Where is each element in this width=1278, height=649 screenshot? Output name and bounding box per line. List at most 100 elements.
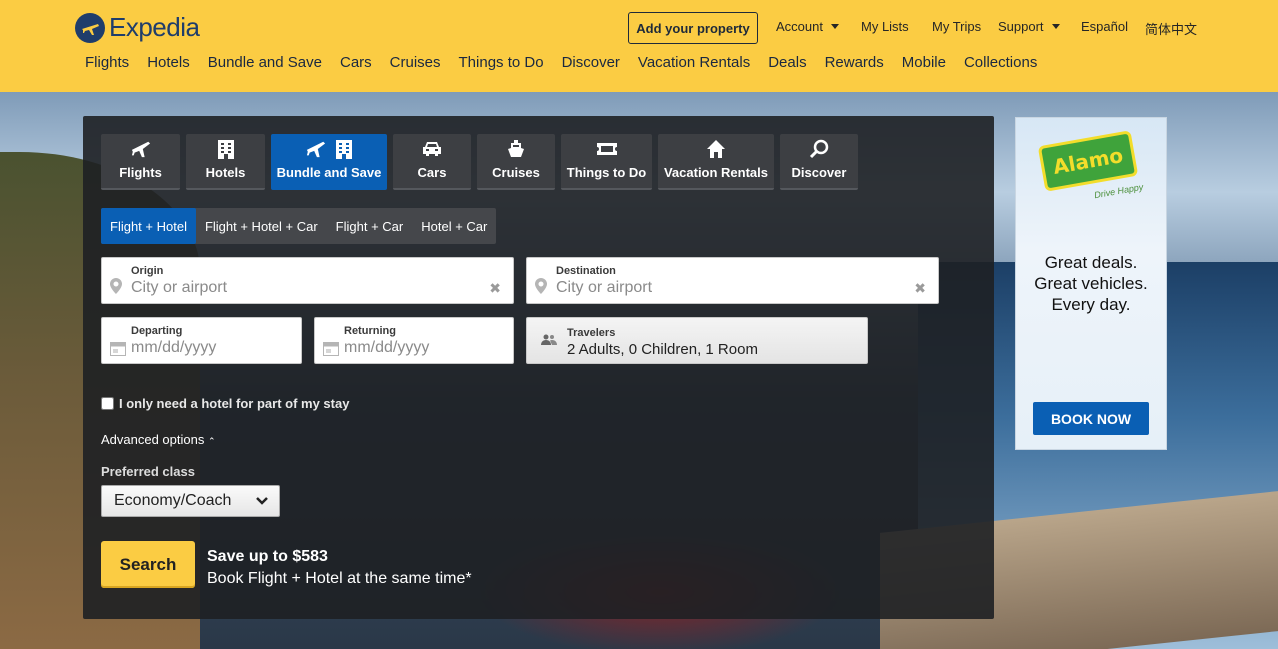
chevron-down-icon: [830, 24, 839, 29]
savings-subtext: Book Flight + Hotel at the same time*: [207, 570, 472, 587]
chevron-down-icon: [1051, 24, 1060, 29]
support-label: Support: [998, 19, 1044, 34]
travelers-selector[interactable]: Travelers 2 Adults, 0 Children, 1 Room: [526, 317, 868, 364]
tab-label: Cars: [417, 165, 447, 180]
partial-stay-checkbox[interactable]: [101, 397, 114, 410]
nav-bundle-and-save[interactable]: Bundle and Save: [208, 54, 322, 71]
departing-field[interactable]: Departing: [101, 317, 302, 364]
destination-field[interactable]: Destination ✖: [526, 257, 939, 304]
account-menu[interactable]: Account: [776, 19, 839, 34]
calendar-icon: [323, 342, 339, 356]
search-panel: Flights Hotels Bundle and Save Cars Crui…: [83, 116, 994, 619]
chevron-up-icon: ⌃: [207, 436, 216, 446]
search-tabs: Flights Hotels Bundle and Save Cars Crui…: [101, 134, 864, 190]
car-icon: [423, 142, 441, 156]
tab-label: Bundle and Save: [276, 165, 382, 180]
search-icon: [809, 139, 829, 159]
nav-collections[interactable]: Collections: [964, 54, 1037, 71]
subtab-flight-car[interactable]: Flight + Car: [327, 208, 413, 244]
ad-line: Every day.: [1051, 295, 1131, 314]
partial-stay-label: I only need a hotel for part of my stay: [119, 396, 350, 411]
tab-label: Discover: [791, 165, 847, 180]
preferred-class-value: Economy/Coach: [114, 492, 232, 509]
alamo-ad[interactable]: Alamo Drive Happy Great deals. Great veh…: [1015, 117, 1167, 450]
ad-line: Great vehicles.: [1034, 274, 1148, 293]
plane-icon: [131, 141, 150, 158]
nav-vacation-rentals[interactable]: Vacation Rentals: [638, 54, 750, 71]
tab-label: Things to Do: [566, 165, 647, 180]
nav-flights[interactable]: Flights: [85, 54, 129, 71]
nav-cars[interactable]: Cars: [340, 54, 372, 71]
location-pin-icon: [535, 278, 547, 294]
tab-vacation-rentals[interactable]: Vacation Rentals: [658, 134, 774, 190]
departing-label: Departing: [131, 325, 183, 337]
returning-input[interactable]: [344, 339, 482, 357]
nav-cruises[interactable]: Cruises: [390, 54, 441, 71]
subtab-flight-hotel[interactable]: Flight + Hotel: [101, 208, 196, 244]
nav-things-to-do[interactable]: Things to Do: [459, 54, 544, 71]
package-subtabs: Flight + Hotel Flight + Hotel + Car Flig…: [101, 208, 497, 244]
nav-rewards[interactable]: Rewards: [825, 54, 884, 71]
plane-icon: [306, 141, 326, 158]
preferred-class-label: Preferred class: [101, 464, 195, 479]
tab-bundle-and-save[interactable]: Bundle and Save: [271, 134, 387, 190]
alamo-logo: Alamo: [1037, 130, 1139, 192]
nav-discover[interactable]: Discover: [562, 54, 620, 71]
clear-icon[interactable]: ✖: [914, 280, 926, 297]
subtab-flight-hotel-car[interactable]: Flight + Hotel + Car: [196, 208, 327, 244]
departing-input[interactable]: [131, 339, 270, 357]
site-header: Expedia Add your property Account My Lis…: [0, 0, 1278, 92]
returning-label: Returning: [344, 325, 396, 337]
nav-hotels[interactable]: Hotels: [147, 54, 190, 71]
savings-headline: Save up to $583: [207, 548, 328, 565]
book-now-button[interactable]: BOOK NOW: [1033, 402, 1149, 435]
support-menu[interactable]: Support: [998, 19, 1060, 34]
chevron-down-icon: [256, 497, 268, 505]
people-icon: [541, 334, 557, 345]
alamo-logo-text: Alamo: [1051, 143, 1125, 179]
building-icon: [217, 140, 234, 159]
ship-icon: [508, 140, 524, 157]
tab-label: Cruises: [492, 165, 540, 180]
language-chinese-link[interactable]: 简体中文: [1145, 19, 1197, 38]
tab-label: Hotels: [205, 165, 246, 180]
destination-input[interactable]: [556, 279, 907, 297]
tab-label: Flights: [119, 165, 162, 180]
tab-discover[interactable]: Discover: [780, 134, 858, 190]
origin-label: Origin: [131, 265, 164, 277]
tab-cruises[interactable]: Cruises: [477, 134, 555, 190]
alamo-tagline: Drive Happy: [1093, 181, 1145, 201]
tab-cars[interactable]: Cars: [393, 134, 471, 190]
clear-icon[interactable]: ✖: [489, 280, 501, 297]
origin-field[interactable]: Origin ✖: [101, 257, 514, 304]
returning-field[interactable]: Returning: [314, 317, 514, 364]
location-pin-icon: [110, 278, 122, 294]
language-espanol-link[interactable]: Español: [1081, 19, 1128, 34]
subtab-hotel-car[interactable]: Hotel + Car: [412, 208, 496, 244]
ticket-icon: [596, 143, 617, 155]
ad-line: Great deals.: [1044, 253, 1138, 272]
partial-stay-option[interactable]: I only need a hotel for part of my stay: [101, 396, 349, 411]
nav-mobile[interactable]: Mobile: [902, 54, 946, 71]
tab-flights[interactable]: Flights: [101, 134, 180, 190]
house-icon: [707, 140, 725, 158]
destination-label: Destination: [556, 265, 616, 277]
ad-copy: Great deals. Great vehicles. Every day.: [1016, 252, 1166, 315]
advanced-options-toggle[interactable]: Advanced options ⌃: [101, 432, 216, 447]
search-button[interactable]: Search: [101, 541, 195, 588]
origin-input[interactable]: [131, 279, 482, 297]
globe-plane-icon: [75, 12, 105, 43]
my-trips-link[interactable]: My Trips: [932, 19, 981, 34]
expedia-logo[interactable]: Expedia: [75, 12, 200, 43]
calendar-icon: [110, 342, 126, 356]
tab-hotels[interactable]: Hotels: [186, 134, 265, 190]
nav-deals[interactable]: Deals: [768, 54, 806, 71]
building-icon: [336, 140, 352, 159]
tab-label: Vacation Rentals: [663, 165, 769, 180]
account-label: Account: [776, 19, 823, 34]
my-lists-link[interactable]: My Lists: [861, 19, 909, 34]
tab-things-to-do[interactable]: Things to Do: [561, 134, 652, 190]
travelers-label: Travelers: [567, 327, 616, 339]
add-property-button[interactable]: Add your property: [628, 12, 758, 44]
preferred-class-select[interactable]: Economy/Coach: [101, 485, 280, 517]
